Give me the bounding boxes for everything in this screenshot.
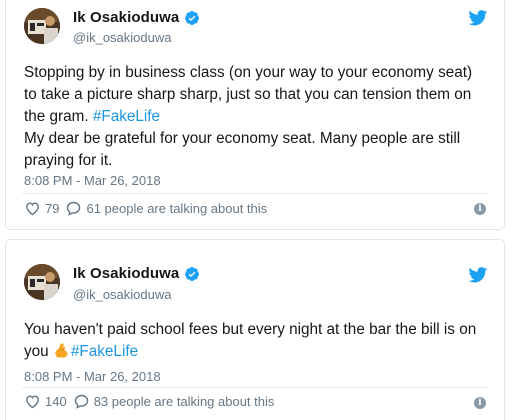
author-handle[interactable]: @ik_osakioduwa	[73, 30, 171, 45]
reply-conversation-link[interactable]: 83 people are talking about this	[73, 393, 275, 410]
reply-bubble-icon	[67, 201, 81, 216]
verified-icon	[185, 10, 200, 25]
like-button[interactable]: 79	[24, 200, 59, 217]
author-name-text: Ik Osakioduwa	[73, 265, 180, 282]
tweet-actions: 140 83 people are talking about this	[24, 393, 280, 410]
flexed-biceps-emoji-icon	[55, 343, 68, 358]
info-icon[interactable]: i	[474, 203, 486, 215]
avatar-image	[24, 264, 60, 300]
like-button[interactable]: 140	[24, 393, 67, 410]
tweet-text: You haven't paid school fees but every n…	[24, 319, 482, 363]
author-name[interactable]: Ik Osakioduwa	[73, 9, 200, 26]
tweet-card[interactable]: Ik Osakioduwa @ik_osakioduwa Stopping by…	[5, 0, 505, 230]
info-icon[interactable]: i	[474, 397, 486, 409]
tweet-text-part: Stopping by in business class (on your w…	[24, 64, 473, 125]
tweet-card[interactable]: Ik Osakioduwa @ik_osakioduwa You haven't…	[5, 239, 505, 420]
author-name-text: Ik Osakioduwa	[73, 9, 180, 26]
talking-count: 61 people are talking about this	[86, 201, 268, 216]
twitter-bird-icon[interactable]	[468, 267, 488, 283]
author-name[interactable]: Ik Osakioduwa	[73, 265, 200, 282]
heart-icon	[26, 202, 39, 216]
heart-icon	[26, 395, 39, 409]
talking-count: 83 people are talking about this	[93, 394, 275, 409]
avatar[interactable]	[24, 8, 60, 44]
hashtag-link[interactable]: #FakeLife	[71, 343, 138, 360]
like-count: 140	[45, 394, 67, 409]
hashtag-link[interactable]: #FakeLife	[93, 108, 160, 125]
twitter-bird-icon[interactable]	[468, 10, 488, 26]
like-count: 79	[45, 201, 60, 216]
tweet-timestamp[interactable]: 8:08 PM - Mar 26, 2018	[24, 173, 161, 188]
verified-icon	[185, 266, 200, 281]
reply-conversation-link[interactable]: 61 people are talking about this	[65, 200, 267, 217]
avatar[interactable]	[24, 264, 60, 300]
divider	[22, 387, 488, 388]
tweet-text-part: My dear be grateful for your economy sea…	[24, 130, 461, 169]
divider	[22, 193, 488, 194]
reply-bubble-icon	[74, 394, 88, 409]
avatar-image	[24, 8, 60, 44]
tweet-actions: 79 61 people are talking about this	[24, 200, 273, 217]
author-handle[interactable]: @ik_osakioduwa	[73, 287, 171, 302]
tweet-text: Stopping by in business class (on your w…	[24, 62, 482, 172]
tweet-timestamp[interactable]: 8:08 PM - Mar 26, 2018	[24, 369, 161, 384]
